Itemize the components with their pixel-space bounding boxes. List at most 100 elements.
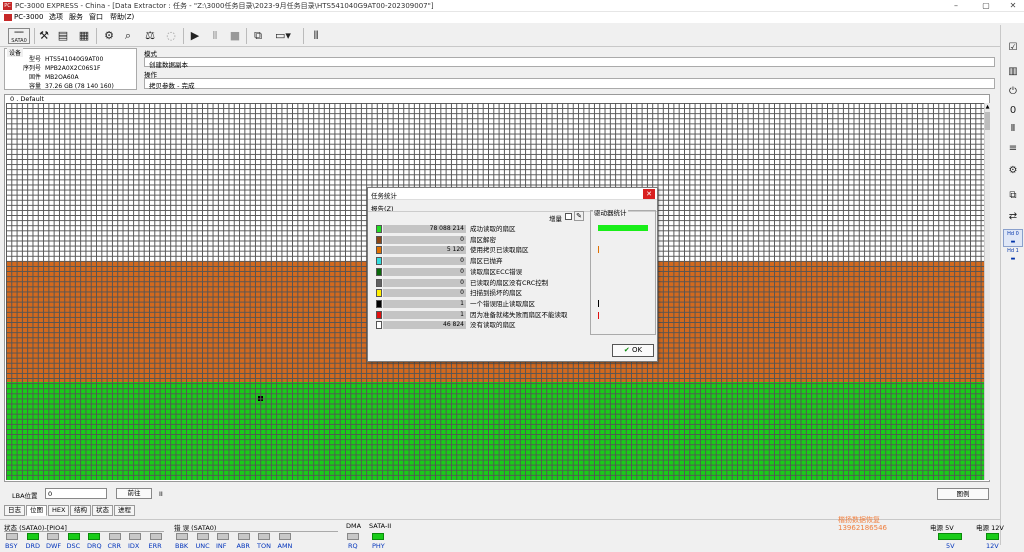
check-list-icon[interactable]: ☑ bbox=[1003, 39, 1023, 57]
report-icon[interactable]: ▦ bbox=[76, 28, 92, 44]
copy-icon[interactable]: ⧉ bbox=[250, 28, 266, 44]
stat-row: 78 088 214 成功读取的扇区 bbox=[372, 224, 586, 234]
drive-ok-bar bbox=[598, 225, 648, 231]
sata-config-icon[interactable]: ▥ bbox=[1003, 63, 1023, 81]
clone-icon[interactable]: ⧉ bbox=[1003, 187, 1023, 205]
stat-count: 0 bbox=[383, 289, 466, 298]
map-view-icon[interactable]: ▭▾ bbox=[272, 28, 294, 44]
stat-row: 0 读取扇区ECC错误 bbox=[372, 267, 586, 277]
stop-icon[interactable]: ■ bbox=[227, 28, 243, 44]
menu-app-icon bbox=[4, 14, 12, 21]
close-button[interactable]: ✕ bbox=[1002, 0, 1024, 12]
stat-label: 已读取的扇区没有CRC控制 bbox=[470, 278, 549, 287]
gear-right-icon[interactable]: ⚙ bbox=[1003, 162, 1023, 180]
pause-right-icon[interactable]: Ⅱ bbox=[1003, 120, 1023, 138]
menu-service[interactable]: 服务 bbox=[69, 13, 83, 22]
field-serial-label: 序列号 bbox=[22, 65, 41, 72]
search-icon[interactable]: ⌕ bbox=[120, 28, 136, 44]
tools-icon[interactable]: ⚒ bbox=[36, 28, 52, 44]
tab-status[interactable]: 状态 bbox=[92, 505, 113, 516]
map-scrollbar[interactable]: ▲ bbox=[984, 103, 990, 480]
stat-color-swatch bbox=[376, 246, 382, 255]
dma-led-label: RQ bbox=[348, 542, 358, 550]
ok-label: OK bbox=[632, 346, 643, 354]
hdd-icon[interactable]: ▤ bbox=[55, 28, 71, 44]
field-model-value: HTS541040G9AT00 bbox=[45, 56, 104, 63]
increment-checkbox[interactable] bbox=[565, 213, 572, 220]
menu-window[interactable]: 窗口 bbox=[89, 13, 103, 22]
field-capacity-value: 37.26 GB (78 140 160) bbox=[45, 83, 114, 90]
pause-toggle[interactable]: II bbox=[159, 490, 163, 498]
play-icon[interactable]: ▶ bbox=[187, 28, 203, 44]
brush-icon[interactable]: ✎ bbox=[574, 211, 584, 221]
power5-led bbox=[938, 533, 962, 540]
port-icon[interactable]: ⇄ bbox=[1003, 208, 1023, 226]
scroll-thumb[interactable] bbox=[985, 112, 990, 130]
power12-led-label: 12V bbox=[986, 542, 999, 550]
zero-fill-icon[interactable]: 0 bbox=[1003, 102, 1023, 120]
power12-led bbox=[986, 533, 999, 540]
hd0-port-icon[interactable]: Hd 0 ▬ bbox=[1003, 229, 1023, 247]
tab-bitmap[interactable]: 位图 bbox=[26, 505, 47, 516]
power5-label: 电源 5V bbox=[930, 524, 954, 532]
ok-button[interactable]: ✔ OK bbox=[612, 344, 654, 357]
maximize-button[interactable]: ▢ bbox=[975, 0, 997, 12]
legend-button[interactable]: 图例 bbox=[937, 488, 989, 500]
tab-process[interactable]: 进程 bbox=[114, 505, 135, 516]
stat-count: 1 bbox=[383, 310, 466, 319]
tab-log[interactable]: 日志 bbox=[4, 505, 25, 516]
stat-color-swatch bbox=[376, 257, 382, 266]
drive-stats-title: 驱动器统计 bbox=[593, 207, 628, 217]
toolbar-separator bbox=[303, 28, 304, 44]
pause-icon[interactable]: Ⅱ bbox=[207, 28, 223, 44]
menu-help[interactable]: 帮助(Z) bbox=[110, 13, 134, 22]
list-icon[interactable]: ≡ bbox=[1003, 140, 1023, 158]
power-icon[interactable]: ⏻ bbox=[1003, 83, 1023, 101]
minimize-button[interactable]: – bbox=[945, 0, 967, 12]
menu-options[interactable]: 选项 bbox=[49, 13, 63, 22]
mode-value: 创建数据副本 bbox=[149, 61, 188, 69]
status-led-label: CRR bbox=[107, 542, 122, 550]
field-capacity-label: 容量 bbox=[28, 83, 41, 90]
goto-button[interactable]: 前往 bbox=[116, 488, 152, 499]
status-led-label: BBK bbox=[175, 542, 189, 550]
hd1-port-icon[interactable]: Hd 1 ▬ bbox=[1003, 247, 1023, 265]
stat-row: 1 因为准备就绪失败而扇区不能读取 bbox=[372, 310, 586, 320]
settings-icon[interactable]: ⚙ bbox=[101, 28, 117, 44]
status-led bbox=[258, 533, 270, 540]
menu-pc3000[interactable]: PC-3000 bbox=[14, 13, 43, 22]
bar-chart-icon[interactable]: ⫴ bbox=[308, 28, 324, 44]
status-led bbox=[88, 533, 100, 540]
device-panel: 设备 型号 HTS541040G9AT00 序列号 MPB2A0X2C06S1F… bbox=[4, 48, 137, 90]
status-led-label: TON bbox=[257, 542, 271, 550]
dialog-close-icon[interactable]: ✕ bbox=[643, 189, 655, 199]
scale-icon[interactable]: ⚖ bbox=[142, 28, 158, 44]
sata-port-icon[interactable]: ═══ SATA0 bbox=[8, 28, 30, 44]
stat-label: 扫描到损坏的扇区 bbox=[470, 289, 522, 298]
status-led-label: UNC bbox=[195, 542, 210, 550]
status-led bbox=[108, 533, 121, 540]
status-led-label: INF bbox=[216, 542, 227, 550]
stat-label: 因为准备就绪失败而扇区不能读取 bbox=[470, 310, 568, 319]
stat-count: 0 bbox=[383, 278, 466, 287]
field-firmware-label: 固件 bbox=[28, 74, 41, 81]
stat-label: 扇区已抛弃 bbox=[470, 257, 503, 266]
stat-row: 0 扇区已抛弃 bbox=[372, 256, 586, 266]
status-led-label: ERR bbox=[148, 542, 162, 550]
tab-hex[interactable]: HEX bbox=[48, 505, 70, 516]
tab-structure[interactable]: 结构 bbox=[70, 505, 91, 516]
stat-color-swatch bbox=[376, 299, 382, 308]
stat-count: 5 120 bbox=[383, 246, 466, 255]
field-firmware-value: MB2OA60A bbox=[45, 74, 79, 81]
stat-row: 1 一个错误阻止读取扇区 bbox=[372, 299, 586, 309]
scroll-up-icon[interactable]: ▲ bbox=[985, 103, 990, 111]
status-led-label: IDX bbox=[128, 542, 140, 550]
toolbar: ═══ SATA0 ⚒ ▤ ▦ ⚙ ⌕ ⚖ ◌ ▶ Ⅱ ■ ⧉ ▭▾ ⫴ bbox=[0, 25, 1000, 47]
stat-row: 0 扇区解密 bbox=[372, 235, 586, 245]
status-led bbox=[149, 533, 162, 540]
lba-input[interactable] bbox=[45, 488, 107, 499]
stat-color-swatch bbox=[376, 289, 382, 298]
stat-label: 成功读取的扇区 bbox=[470, 225, 516, 233]
status-led bbox=[6, 533, 18, 540]
stat-label: 没有读取的扇区 bbox=[470, 321, 516, 330]
